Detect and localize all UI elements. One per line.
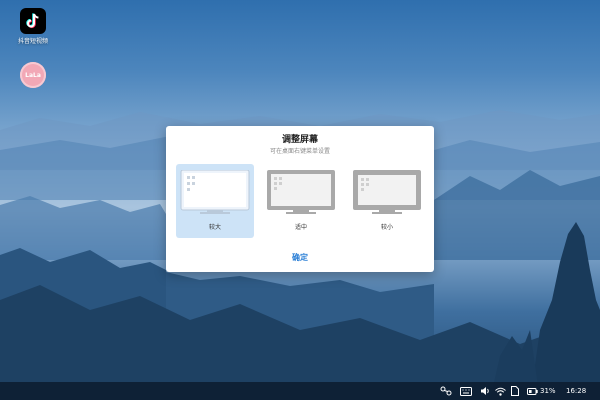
large-monitor-icon — [180, 170, 250, 214]
tiktok-icon — [20, 8, 46, 34]
option-label: 适中 — [294, 224, 307, 231]
dialog-subtitle: 可在桌面右键菜单设置 — [269, 148, 330, 155]
lala-logo-text: LaLa — [25, 71, 41, 79]
desktop: 抖音短视频 LaLa 调整屏幕 可在桌面右键菜单设置 较大 适中 较小 确定 3… — [0, 0, 600, 400]
volume-icon[interactable] — [480, 382, 491, 400]
medium-monitor-icon — [267, 170, 335, 214]
option-label: 较小 — [380, 224, 393, 231]
option-large[interactable]: 较大 — [176, 164, 254, 238]
dialog-title: 调整屏幕 — [281, 135, 318, 145]
network-icon[interactable] — [440, 382, 452, 400]
option-small[interactable]: 较小 — [348, 164, 426, 238]
battery-percent: 31% — [540, 387, 556, 395]
desktop-icon-lala[interactable]: LaLa — [1, 62, 65, 92]
small-monitor-icon — [353, 170, 421, 214]
desktop-icon-tiktok[interactable]: 抖音短视频 — [1, 8, 65, 46]
battery-icon[interactable] — [527, 382, 538, 400]
wifi-icon[interactable] — [495, 382, 506, 400]
desktop-icon-label: 抖音短视频 — [17, 38, 48, 45]
taskbar: 31% 16:28 — [0, 382, 600, 400]
clock[interactable]: 16:28 — [566, 382, 586, 400]
confirm-button[interactable]: 确定 — [270, 250, 330, 266]
option-medium[interactable]: 适中 — [262, 164, 340, 238]
document-icon[interactable] — [511, 382, 519, 400]
option-label: 较大 — [208, 224, 221, 231]
adjust-screen-dialog: 调整屏幕 可在桌面右键菜单设置 较大 适中 较小 确定 — [166, 126, 434, 272]
lala-app-icon: LaLa — [20, 62, 46, 88]
keyboard-icon[interactable] — [460, 382, 472, 400]
